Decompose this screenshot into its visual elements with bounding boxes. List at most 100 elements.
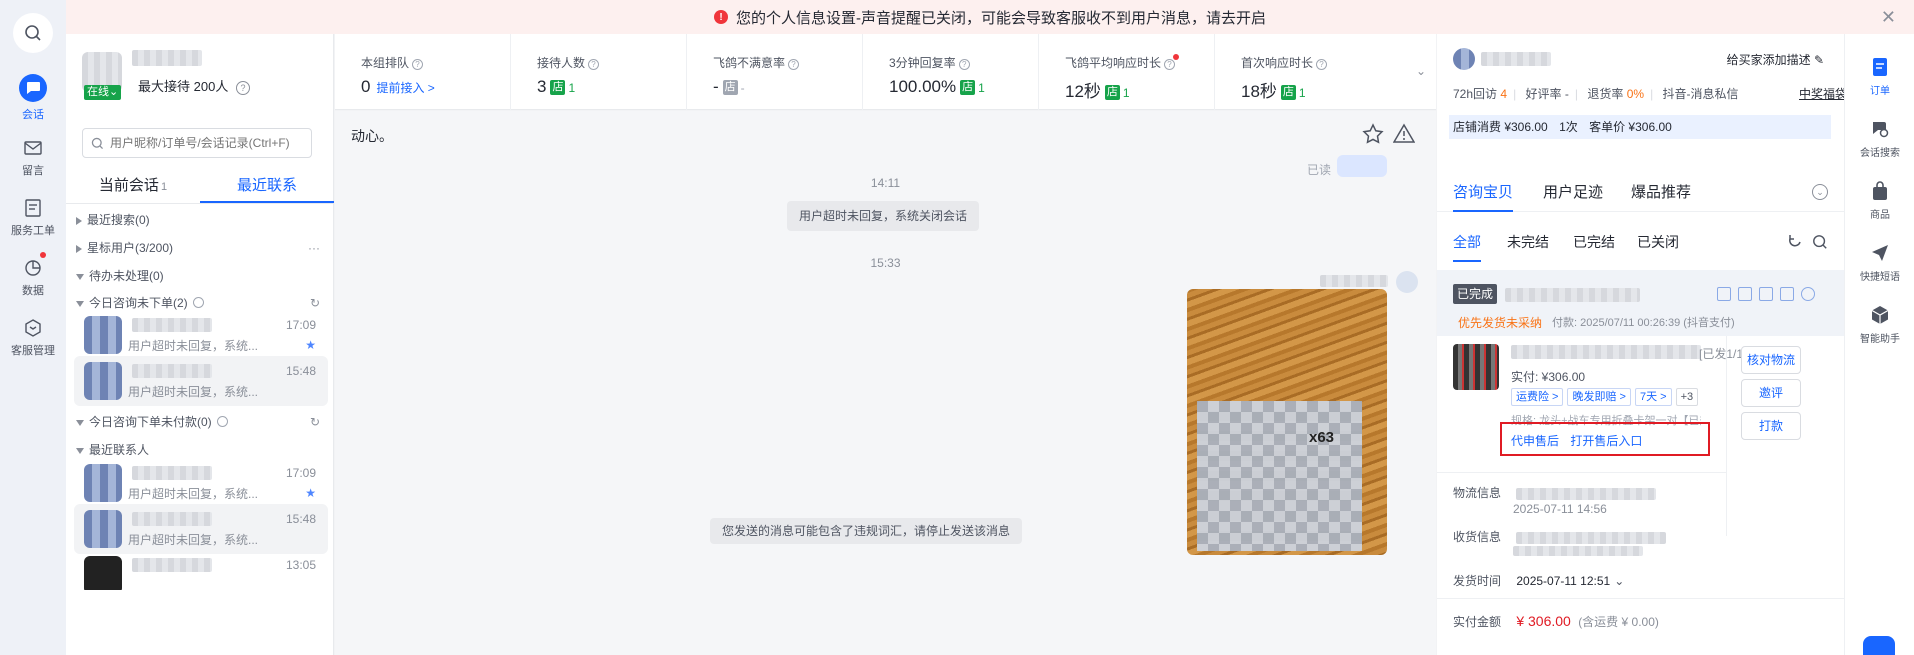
help-icon[interactable]: ?	[1316, 59, 1328, 70]
session-search-box[interactable]	[82, 128, 312, 158]
rail-item-label: 订单	[1870, 86, 1890, 97]
refresh-icon[interactable]	[1787, 234, 1803, 250]
tag-7days[interactable]: 7天 >	[1634, 388, 1672, 406]
invite-review-button[interactable]: 邀评	[1741, 379, 1801, 407]
list-item[interactable]: 17:09 用户超时未回复，系统... ★	[74, 458, 328, 508]
tab-unfinished[interactable]: 未完结	[1507, 232, 1549, 252]
star-icon[interactable]: ★	[305, 338, 316, 352]
metric-value: -	[713, 77, 719, 96]
rail-item-ticket[interactable]: 服务工单	[0, 190, 66, 246]
rail-item-message[interactable]: 留言	[0, 130, 66, 186]
check-logistics-button[interactable]: 核对物流	[1741, 346, 1801, 374]
store-badge: 店	[1104, 85, 1120, 100]
tab-label: 最近联系	[236, 177, 297, 194]
user-avatar	[84, 510, 122, 548]
session-list-panel: 在线⌄ 最大接待 200人 ? 当前会话1 最近联系 最近搜索(0) 星标用户(…	[66, 34, 334, 655]
help-icon[interactable]: ?	[235, 81, 250, 95]
blur-mask	[1197, 401, 1362, 551]
user-name	[132, 558, 212, 572]
help-icon[interactable]: ?	[788, 59, 800, 70]
notice-banner: ! 您的个人信息设置-声音提醒已关闭，可能会导致客服收不到用户消息，请去开启 ✕	[66, 0, 1914, 34]
tag-shipping-insurance[interactable]: 运费险 >	[1511, 388, 1564, 406]
chevron-down-icon[interactable]: ⌄	[1812, 184, 1828, 200]
robot-assistant-icon[interactable]	[1863, 636, 1895, 655]
metric-value: 100.00%	[889, 77, 957, 96]
service-tags: 运费险 > 晚发即赔 >7天 > +3	[1511, 388, 1702, 406]
add-buyer-description-button[interactable]: 给买家添加描述 ✎	[1727, 51, 1824, 68]
global-search-button[interactable]	[13, 13, 53, 53]
group-recent-contacts[interactable]: 最近联系人	[76, 440, 326, 460]
help-icon[interactable]	[192, 297, 204, 308]
lucky-bag-link[interactable]: 中奖福袋	[1799, 85, 1847, 102]
group-label: 星标用户(3/200)	[87, 241, 174, 255]
help-icon[interactable]: ?	[1164, 59, 1176, 70]
image-message[interactable]: x63	[1187, 289, 1387, 555]
banner-text: 您的个人信息设置-声音提醒已关闭，可能会导致客服收不到用户消息，请去开启	[736, 9, 1266, 27]
tab-badge: 1	[160, 181, 168, 193]
ship-time: 2025-07-11 12:51	[1516, 574, 1611, 588]
tab-underline	[1453, 260, 1481, 262]
help-icon[interactable]: ?	[958, 59, 970, 70]
user-avatar	[84, 316, 122, 354]
rail-item-quick-phrase[interactable]: 快捷短语	[1845, 242, 1914, 283]
help-icon[interactable]: ?	[412, 59, 424, 70]
search-icon[interactable]	[1812, 234, 1828, 250]
group-todo[interactable]: 待办未处理(0)	[76, 266, 326, 286]
tab-user-footprint[interactable]: 用户足迹	[1543, 181, 1603, 202]
tag-late-compensation[interactable]: 晚发即赔 >	[1567, 388, 1631, 406]
warning-triangle-icon[interactable]	[1393, 123, 1415, 145]
rail-item-chat[interactable]: 会话	[0, 70, 66, 126]
chevron-down-icon[interactable]: ⌄	[1614, 574, 1624, 588]
more-icon[interactable]: ···	[308, 238, 320, 258]
list-item[interactable]: 13:05	[74, 550, 328, 590]
payout-button[interactable]: 打款	[1741, 412, 1801, 440]
detail-icon[interactable]	[1759, 286, 1773, 301]
tab-closed[interactable]: 已关闭	[1637, 232, 1679, 252]
collapse-icon[interactable]	[1801, 286, 1815, 301]
metric-label: 接待人数	[537, 56, 586, 70]
order-filter-tabs: 全部 未完结 已完结 已关闭	[1437, 222, 1844, 262]
rail-item-data[interactable]: 数据	[0, 250, 66, 306]
close-icon[interactable]: ✕	[1881, 7, 1896, 28]
group-recent-search[interactable]: 最近搜索(0)	[76, 210, 326, 230]
session-time: 13:05	[285, 558, 316, 572]
online-status-dropdown[interactable]: 在线⌄	[84, 85, 122, 100]
tab-consult-items[interactable]: 咨询宝贝	[1453, 181, 1513, 202]
rail-item-service-manage[interactable]: 客服管理	[0, 310, 66, 366]
early-access-link[interactable]: 提前接入 >	[376, 81, 434, 95]
rail-item-session-search[interactable]: 会话搜索	[1845, 118, 1914, 159]
tab-hot-products[interactable]: 爆品推荐	[1631, 181, 1691, 202]
tag-more[interactable]: +3	[1675, 388, 1699, 406]
tab-all[interactable]: 全部	[1453, 232, 1481, 252]
logistics-row: 物流信息	[1453, 484, 1657, 501]
user-avatar	[84, 556, 122, 590]
group-unpaid[interactable]: 今日咨询下单未付款(0) ↻	[76, 412, 326, 432]
session-time: 17:09	[285, 318, 316, 332]
tab-finished[interactable]: 已完结	[1573, 232, 1615, 252]
list-item[interactable]: 15:48 用户超时未回复，系统...	[74, 356, 328, 406]
refresh-icon[interactable]: ↻	[310, 412, 320, 432]
tab-recent-contacts[interactable]: 最近联系	[200, 172, 334, 203]
copy-icon[interactable]	[1780, 286, 1794, 301]
list-item[interactable]: 15:48 用户超时未回复，系统...	[74, 504, 328, 554]
tab-current-sessions[interactable]: 当前会话 1	[66, 172, 200, 203]
group-label: 最近搜索(0)	[87, 213, 150, 227]
left-rail: 会话 留言 服务工单 数据 客服管理	[0, 0, 66, 655]
user-name	[132, 512, 212, 526]
group-starred-users[interactable]: 星标用户(3/200) ···	[76, 238, 326, 258]
expand-metrics-icon[interactable]: ⌄	[1416, 64, 1426, 78]
rail-item-order[interactable]: 订单	[1845, 56, 1914, 97]
star-icon[interactable]	[1362, 123, 1384, 145]
list-item[interactable]: 17:09 用户超时未回复，系统... ★	[74, 310, 328, 360]
product-image[interactable]	[1453, 344, 1499, 390]
help-icon[interactable]	[216, 416, 228, 427]
note-icon[interactable]	[1738, 286, 1752, 301]
session-search-input[interactable]	[110, 136, 310, 150]
status-label: 在线	[87, 86, 109, 98]
rail-item-goods[interactable]: 商品	[1845, 180, 1914, 221]
star-icon[interactable]: ★	[305, 486, 316, 500]
review-icon[interactable]	[1717, 286, 1731, 301]
help-icon[interactable]: ?	[588, 59, 600, 70]
rail-item-assistant[interactable]: 智能助手	[1845, 304, 1914, 345]
notification-dot	[1173, 54, 1180, 60]
